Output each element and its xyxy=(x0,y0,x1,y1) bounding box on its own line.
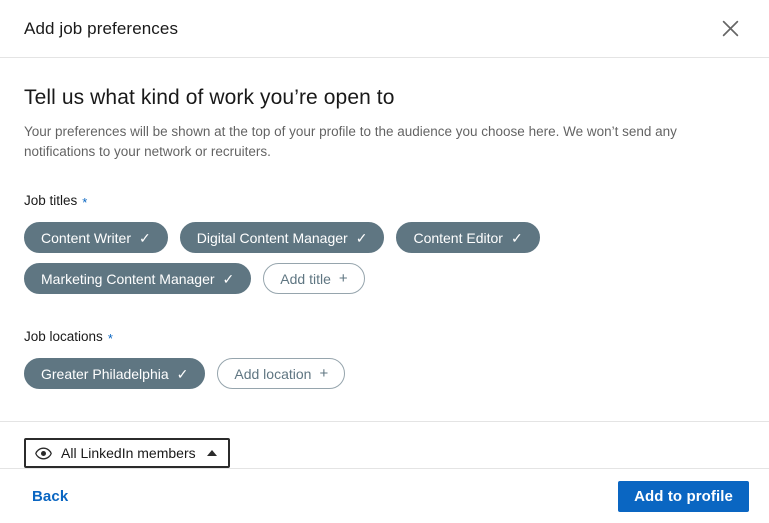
job-title-pill-label: Content Writer xyxy=(41,229,131,246)
plus-icon: + xyxy=(319,365,329,382)
add-location-label: Add location xyxy=(234,365,312,382)
job-titles-pill-row: Content Writer ✓ Digital Content Manager… xyxy=(24,222,744,294)
job-locations-pill-row: Greater Philadelphia ✓ Add location + xyxy=(24,358,744,389)
job-titles-label: Job titles * xyxy=(24,192,745,210)
modal-header: Add job preferences xyxy=(0,0,769,58)
eye-icon xyxy=(35,447,52,460)
modal-title: Add job preferences xyxy=(24,18,179,38)
visibility-bar: All LinkedIn members xyxy=(0,421,769,468)
check-icon: ✓ xyxy=(355,229,368,246)
modal-body: Tell us what kind of work you’re open to… xyxy=(0,58,769,395)
job-location-pill-label: Greater Philadelphia xyxy=(41,365,169,382)
job-locations-label-text: Job locations xyxy=(24,329,103,344)
add-to-profile-button[interactable]: Add to profile xyxy=(618,480,749,512)
required-asterisk: * xyxy=(107,331,113,346)
required-asterisk: * xyxy=(82,195,88,210)
job-titles-label-text: Job titles xyxy=(24,193,78,208)
job-title-pill-label: Content Editor xyxy=(413,229,503,246)
job-title-pill-label: Marketing Content Manager xyxy=(41,270,215,287)
job-title-pill[interactable]: Marketing Content Manager ✓ xyxy=(24,263,252,294)
job-locations-label: Job locations * xyxy=(24,328,745,346)
modal-footer: Back Add to profile xyxy=(0,468,769,523)
close-button[interactable] xyxy=(713,12,747,46)
add-title-label: Add title xyxy=(280,270,331,287)
page-description: Your preferences will be shown at the to… xyxy=(24,124,677,159)
visibility-label: All LinkedIn members xyxy=(61,445,196,461)
job-title-pill[interactable]: Content Editor ✓ xyxy=(396,222,540,253)
check-icon: ✓ xyxy=(139,229,151,246)
check-icon: ✓ xyxy=(176,365,189,382)
plus-icon: + xyxy=(338,270,348,287)
check-icon: ✓ xyxy=(222,270,235,287)
job-title-pill[interactable]: Digital Content Manager ✓ xyxy=(179,222,385,253)
add-title-button[interactable]: Add title + xyxy=(263,263,365,294)
add-job-preferences-modal: Add job preferences Tell us what kind of… xyxy=(0,0,769,523)
job-title-pill-label: Digital Content Manager xyxy=(196,229,348,246)
visibility-dropdown-button[interactable]: All LinkedIn members xyxy=(24,438,230,468)
caret-up-icon xyxy=(206,450,217,456)
add-location-button[interactable]: Add location + xyxy=(217,358,346,389)
job-location-pill[interactable]: Greater Philadelphia ✓ xyxy=(24,358,206,389)
back-button[interactable]: Back xyxy=(24,482,76,511)
job-titles-field: Job titles * Content Writer ✓ Digital Co… xyxy=(24,192,745,294)
close-icon xyxy=(721,19,740,38)
job-locations-field: Job locations * Greater Philadelphia ✓ A… xyxy=(24,328,745,389)
check-icon: ✓ xyxy=(510,229,523,246)
job-title-pill[interactable]: Content Writer ✓ xyxy=(24,222,168,253)
page-title: Tell us what kind of work you’re open to xyxy=(24,86,395,109)
